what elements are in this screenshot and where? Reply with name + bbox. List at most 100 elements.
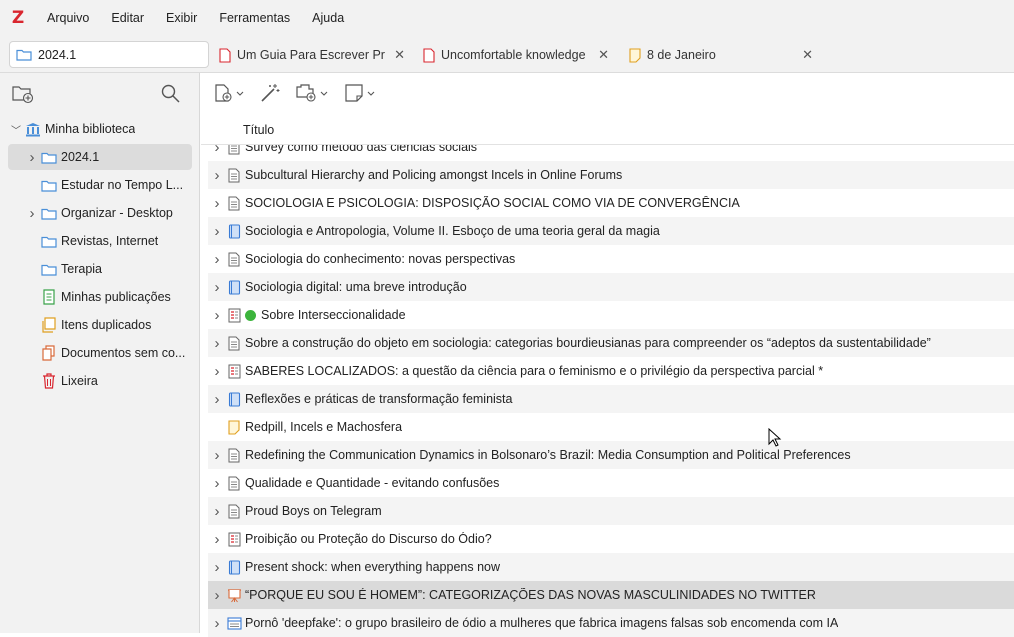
table-row[interactable]: › Proibição ou Proteção do Discurso do Ód… <box>208 525 1014 553</box>
tab-bar: 2024.1 Um Guia Para Escrever Pr ✕ Uncomf… <box>0 36 1014 73</box>
book-icon <box>225 559 243 575</box>
sidebar-item-3[interactable]: › Organizar - Desktop <box>8 200 192 226</box>
new-item-icon <box>215 84 244 102</box>
tab-document-1[interactable]: Um Guia Para Escrever Pr ✕ <box>219 41 405 69</box>
document-icon <box>225 251 243 267</box>
new-item-button[interactable] <box>214 82 246 104</box>
chevron-right-icon[interactable]: › <box>209 307 225 324</box>
table-row[interactable]: › Sociologia do conhecimento: novas persp… <box>208 245 1014 273</box>
table-row[interactable]: › SOCIOLOGIA E PSICOLOGIA: DISPOSIÇÃO SOC… <box>208 189 1014 217</box>
close-icon[interactable]: ✕ <box>802 47 813 63</box>
tab-document-2[interactable]: Uncomfortable knowledge ✕ <box>423 41 609 69</box>
sidebar-item-label: Revistas, Internet <box>61 234 159 248</box>
folder-icon <box>40 233 58 249</box>
chevron-right-icon[interactable]: › <box>209 503 225 520</box>
item-title: SOCIOLOGIA E PSICOLOGIA: DISPOSIÇÃO SOCI… <box>245 196 740 210</box>
note-icon <box>345 84 375 102</box>
folder-icon <box>40 177 58 193</box>
table-row[interactable]: › “PORQUE EU SOU É HOMEM”: CATEGORIZAÇÕES… <box>208 581 1014 609</box>
item-title: Proud Boys on Telegram <box>245 504 382 518</box>
table-row[interactable]: › Subcultural Hierarchy and Policing amon… <box>208 161 1014 189</box>
chevron-right-icon[interactable]: › <box>209 279 225 296</box>
chevron-down-icon[interactable]: ﹀ <box>8 122 24 137</box>
sidebar-item-label: Itens duplicados <box>61 318 152 332</box>
tab-library[interactable]: 2024.1 <box>9 41 209 68</box>
table-row[interactable]: Redpill, Incels e Machosfera <box>208 413 1014 441</box>
folder-icon <box>40 205 58 221</box>
journal-article-icon <box>225 363 243 379</box>
new-note-button[interactable] <box>344 82 378 104</box>
add-attachment-button[interactable] <box>295 82 331 104</box>
sidebar-item-8[interactable]: Documentos sem co... <box>8 340 192 366</box>
items-pane: › Survey como método das ciências sociais… <box>201 73 1014 637</box>
table-row[interactable]: › Present shock: when everything happens … <box>208 553 1014 581</box>
menu-ferramentas[interactable]: Ferramentas <box>208 11 301 25</box>
chevron-right-icon[interactable]: › <box>209 223 225 240</box>
menu-exibir[interactable]: Exibir <box>155 11 208 25</box>
menu-bar: Z Arquivo Editar Exibir Ferramentas Ajuda <box>0 0 1014 36</box>
note-icon <box>225 419 243 435</box>
table-row[interactable]: › Sociologia digital: uma breve introduçã… <box>208 273 1014 301</box>
chevron-right-icon[interactable]: › <box>209 559 225 576</box>
table-row[interactable]: › Reflexões e práticas de transformação f… <box>208 385 1014 413</box>
search-icon[interactable] <box>161 84 180 103</box>
journal-article-icon <box>225 531 243 547</box>
chevron-right-icon[interactable]: › <box>209 167 225 184</box>
menu-ajuda[interactable]: Ajuda <box>301 11 355 25</box>
column-title[interactable]: Título <box>243 123 274 137</box>
add-by-identifier-button[interactable] <box>259 82 281 104</box>
sidebar-item-5[interactable]: Terapia <box>8 256 192 282</box>
menu-arquivo[interactable]: Arquivo <box>36 11 100 25</box>
chevron-right-icon[interactable]: › <box>209 615 225 632</box>
journal-article-icon <box>225 307 243 323</box>
library-root[interactable]: ﹀ Minha biblioteca <box>8 116 192 142</box>
publications-icon <box>40 289 58 305</box>
chevron-right-icon[interactable]: › <box>209 391 225 408</box>
chevron-right-icon[interactable]: › <box>209 363 225 380</box>
item-title: Sociologia do conhecimento: novas perspe… <box>245 252 516 266</box>
tab-label: Uncomfortable knowledge <box>441 48 586 62</box>
document-icon <box>225 503 243 519</box>
table-row[interactable]: › Sobre Interseccionalidade <box>208 301 1014 329</box>
menu-editar[interactable]: Editar <box>100 11 155 25</box>
sidebar-item-6[interactable]: Minhas publicações <box>8 284 192 310</box>
sidebar-item-4[interactable]: Revistas, Internet <box>8 228 192 254</box>
table-row[interactable]: › Sobre a construção do objeto em sociolo… <box>208 329 1014 357</box>
close-icon[interactable]: ✕ <box>394 47 405 63</box>
tab-document-3[interactable]: 8 de Janeiro ✕ <box>629 41 813 69</box>
chevron-right-icon[interactable]: › <box>209 195 225 212</box>
item-title: Proibição ou Proteção do Discurso do Ódi… <box>245 532 492 546</box>
document-icon <box>225 195 243 211</box>
document-icon <box>225 475 243 491</box>
sidebar-item-label: Estudar no Tempo L... <box>61 178 184 192</box>
chevron-right-icon[interactable]: › <box>209 335 225 352</box>
sidebar-item-2[interactable]: Estudar no Tempo L... <box>8 172 192 198</box>
chevron-right-icon[interactable]: › <box>209 447 225 464</box>
item-title: Sociologia digital: uma breve introdução <box>245 280 467 294</box>
zotero-logo: Z <box>11 8 25 28</box>
sidebar-item-7[interactable]: Itens duplicados <box>8 312 192 338</box>
chevron-right-icon[interactable]: › <box>209 251 225 268</box>
chevron-right-icon[interactable]: › <box>24 149 40 166</box>
chevron-right-icon[interactable]: › <box>209 531 225 548</box>
item-title: Sobre Interseccionalidade <box>261 308 406 322</box>
item-title: Sobre a construção do objeto em sociolog… <box>245 336 931 350</box>
trash-icon <box>40 373 58 389</box>
table-row[interactable]: › Sociologia e Antropologia, Volume II. E… <box>208 217 1014 245</box>
folder-icon <box>40 149 58 165</box>
close-icon[interactable]: ✕ <box>598 47 609 63</box>
item-title: Qualidade e Quantidade - evitando confus… <box>245 476 500 490</box>
sidebar-item-1[interactable]: › 2024.1 <box>8 144 192 170</box>
item-title: “PORQUE EU SOU É HOMEM”: CATEGORIZAÇÕES … <box>245 588 816 602</box>
sidebar-item-9[interactable]: Lixeira <box>8 368 192 394</box>
chevron-right-icon[interactable]: › <box>209 587 225 604</box>
table-row[interactable]: › Redefining the Communication Dynamics i… <box>208 441 1014 469</box>
table-row[interactable]: › SABERES LOCALIZADOS: a questão da ciênc… <box>208 357 1014 385</box>
chevron-right-icon[interactable]: › <box>24 205 40 222</box>
sidebar-item-label: Documentos sem co... <box>61 346 186 360</box>
table-row[interactable]: › Proud Boys on Telegram <box>208 497 1014 525</box>
sidebar-item-label: Minhas publicações <box>61 290 171 304</box>
new-collection-icon[interactable] <box>12 84 34 104</box>
chevron-right-icon[interactable]: › <box>209 475 225 492</box>
table-row[interactable]: › Qualidade e Quantidade - evitando confu… <box>208 469 1014 497</box>
